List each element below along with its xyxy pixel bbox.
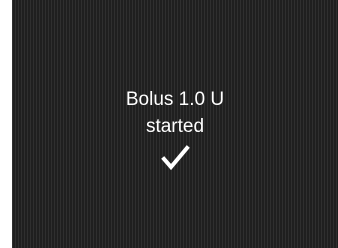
bolus-amount-text: Bolus 1.0 U (125, 89, 225, 110)
bolus-status-text: started (145, 116, 205, 137)
pump-display-screen: Bolus 1.0 U started (12, 0, 338, 248)
checkmark-icon (161, 145, 190, 171)
